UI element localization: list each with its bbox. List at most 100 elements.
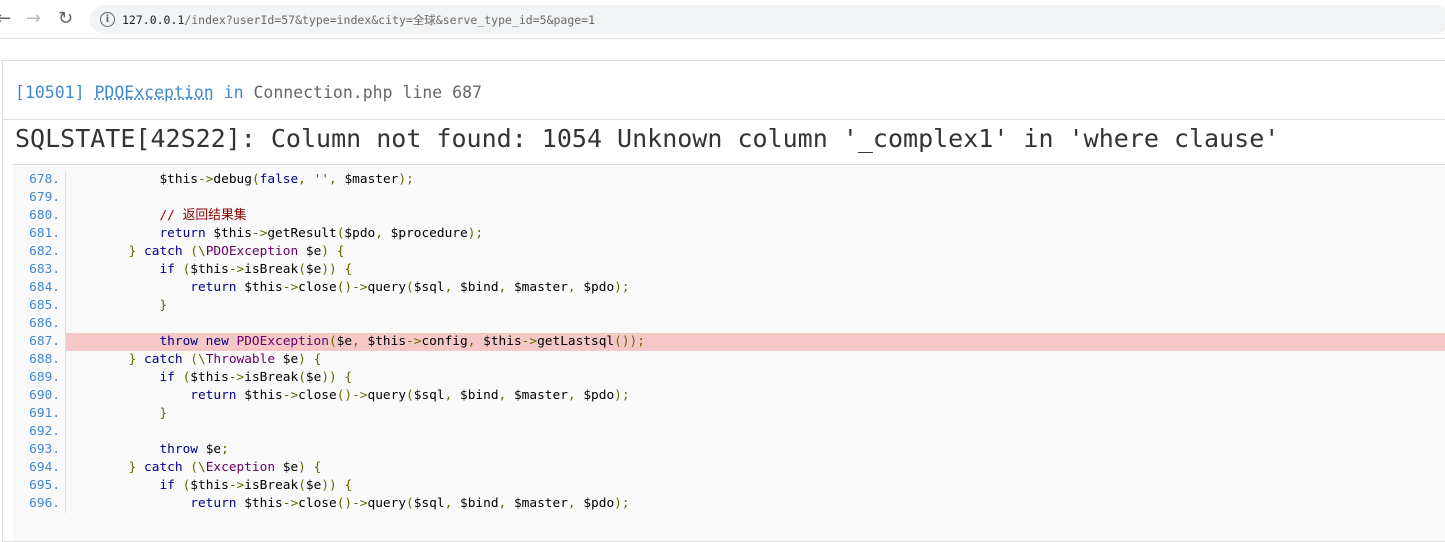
code-token: $pdo xyxy=(583,496,615,511)
url-text[interactable]: 127.0.0.1/index?userId=57&type=index&cit… xyxy=(122,12,595,28)
line-number: 683. xyxy=(13,261,66,279)
code-token: if xyxy=(67,262,183,277)
code-token: , xyxy=(567,388,584,403)
code-token: , xyxy=(498,280,514,295)
line-source: if ($this->isBreak($e)) { xyxy=(66,477,1445,495)
code-token: PDOException xyxy=(205,244,306,259)
code-token: (\ xyxy=(190,352,206,367)
code-token: } xyxy=(67,298,168,313)
code-token: if xyxy=(67,478,183,493)
code-token: config xyxy=(421,334,468,349)
code-token: $pdo xyxy=(583,388,615,403)
line-source: if ($this->isBreak($e)) { xyxy=(66,369,1445,387)
exception-class-link[interactable]: PDOException xyxy=(94,83,213,102)
code-token: , xyxy=(567,496,584,511)
code-token: -> xyxy=(228,478,245,493)
exception-file: Connection.php line 687 xyxy=(253,83,482,102)
code-token: )) { xyxy=(321,478,353,493)
code-token: -> xyxy=(521,334,538,349)
code-token: catch xyxy=(144,460,191,475)
code-token: ; xyxy=(221,442,229,457)
code-token: $e xyxy=(305,478,322,493)
code-token: )) { xyxy=(321,370,353,385)
address-bar[interactable]: i 127.0.0.1/index?userId=57&type=index&c… xyxy=(90,5,1445,34)
code-line: 692. xyxy=(13,423,1445,441)
code-token: $pdo xyxy=(583,280,615,295)
code-token: ); xyxy=(614,280,630,295)
code-token: , xyxy=(375,226,391,241)
in-label: in xyxy=(223,83,244,102)
code-token: Throwable xyxy=(205,352,283,367)
code-token: $bind xyxy=(460,496,499,511)
code-token: $e xyxy=(336,334,353,349)
line-source xyxy=(66,315,1445,333)
code-token: ( xyxy=(406,388,414,403)
code-token: ( xyxy=(298,478,306,493)
code-token: throw xyxy=(67,442,206,457)
code-token: $this xyxy=(244,388,283,403)
code-token: , xyxy=(444,388,461,403)
code-token: -> xyxy=(406,334,422,349)
code-token: $this xyxy=(244,496,283,511)
line-number: 695. xyxy=(13,477,66,495)
code-line: 691. } xyxy=(13,405,1445,423)
code-token: '' xyxy=(313,172,330,187)
code-token: -> xyxy=(282,388,299,403)
line-number: 689. xyxy=(13,369,66,387)
code-token: , xyxy=(352,334,368,349)
code-token: $this xyxy=(367,334,407,349)
code-line: 688. } catch (\Throwable $e) { xyxy=(13,351,1445,369)
code-line: 694. } catch (\Exception $e) { xyxy=(13,459,1445,477)
line-source: throw $e; xyxy=(66,441,1445,459)
code-token: $this xyxy=(213,226,252,241)
code-token: ( xyxy=(251,172,260,187)
code-token: ) { xyxy=(298,352,322,367)
line-source: if ($this->isBreak($e)) { xyxy=(66,261,1445,279)
code-token: , xyxy=(498,496,514,511)
line-source: return $this->getResult($pdo, $procedure… xyxy=(66,225,1445,243)
code-token: -> xyxy=(251,226,268,241)
code-token: $this xyxy=(67,172,198,187)
code-token: ( xyxy=(328,334,337,349)
code-token: ( xyxy=(406,280,414,295)
code-token: , xyxy=(298,172,314,187)
line-number: 682. xyxy=(13,243,66,261)
code-token: ); xyxy=(398,172,414,187)
code-token: } xyxy=(67,352,145,367)
url-path: /index?userId=57&type=index&city=全球&serv… xyxy=(184,13,596,27)
back-icon[interactable]: ← xyxy=(0,8,11,30)
code-token: (\ xyxy=(190,460,206,475)
code-token: return xyxy=(67,280,245,295)
line-source: } xyxy=(66,297,1445,315)
code-token: $e xyxy=(282,352,299,367)
code-token: // 返回结果集 xyxy=(67,208,247,223)
line-source: return $this->close()->query($sql, $bind… xyxy=(66,387,1445,405)
code-token: $master xyxy=(344,172,399,187)
code-token: $e xyxy=(282,460,299,475)
code-token: ()); xyxy=(614,334,645,349)
line-number: 681. xyxy=(13,225,66,243)
line-source: // 返回结果集 xyxy=(66,207,1445,225)
line-source: $this->debug(false, '', $master); xyxy=(66,171,1445,189)
code-line: 696. return $this->close()->query($sql, … xyxy=(13,495,1445,513)
line-number: 685. xyxy=(13,297,66,315)
code-token: ) { xyxy=(321,244,345,259)
code-token: catch xyxy=(144,244,191,259)
code-line: 683. if ($this->isBreak($e)) { xyxy=(13,261,1445,279)
browser-toolbar: ← → ↻ i 127.0.0.1/index?userId=57&type=i… xyxy=(0,0,1445,39)
line-number: 679. xyxy=(13,189,66,207)
code-token: isBreak xyxy=(244,370,299,385)
code-token: getLastsql xyxy=(537,334,615,349)
line-source: throw new PDOException($e, $this->config… xyxy=(66,333,1445,351)
code-token: $sql xyxy=(413,388,445,403)
line-number: 693. xyxy=(13,441,66,459)
code-token: ( xyxy=(298,262,306,277)
line-number: 690. xyxy=(13,387,66,405)
forward-icon[interactable]: → xyxy=(26,8,41,30)
code-token: $procedure xyxy=(390,226,468,241)
code-line: 693. throw $e; xyxy=(13,441,1445,459)
error-code: [10501] xyxy=(15,83,85,102)
code-token: $this xyxy=(244,280,283,295)
info-icon[interactable]: i xyxy=(100,12,115,27)
reload-icon[interactable]: ↻ xyxy=(58,8,73,30)
